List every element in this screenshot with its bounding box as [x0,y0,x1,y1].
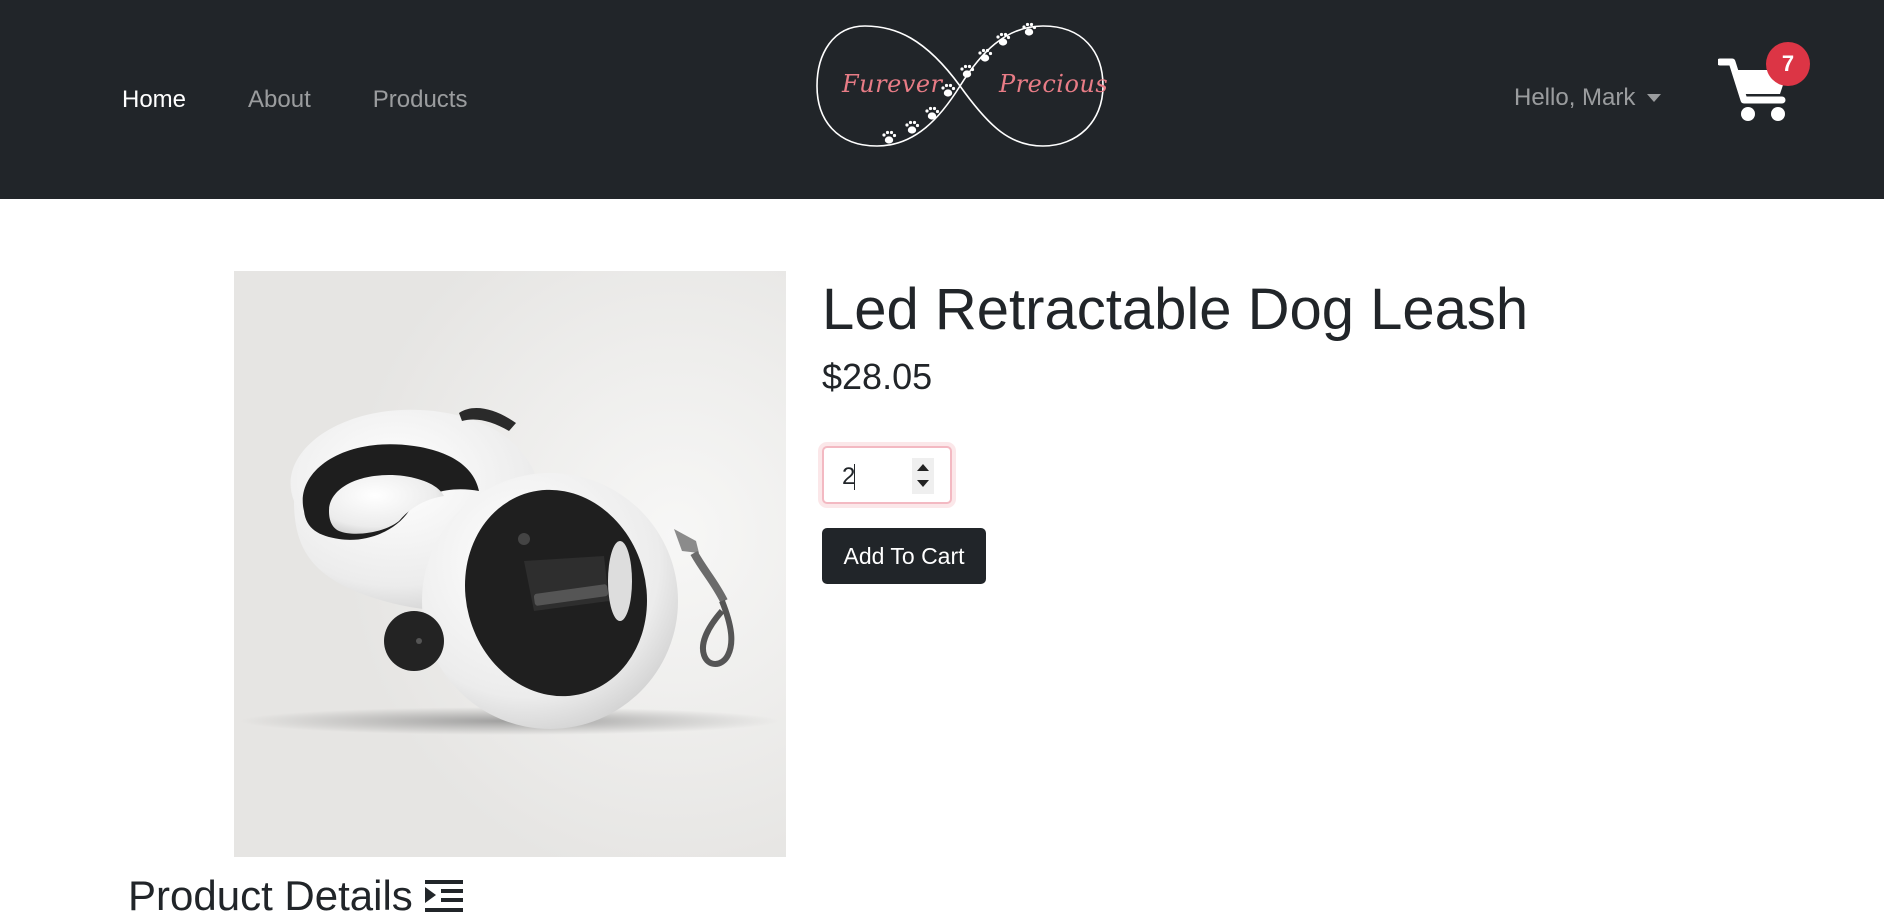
nav-links: Home About Products [122,0,529,199]
quantity-spinner[interactable] [912,458,934,494]
text-cursor [854,464,855,490]
indent-list-icon [424,880,463,912]
product-details-label: Product Details [128,872,413,919]
quantity-stepper[interactable]: 2 [822,446,952,504]
increment-arrow-icon[interactable] [917,464,929,471]
nav-link-products[interactable]: Products [373,86,468,114]
retractable-leash-image [234,271,786,857]
top-navbar: Home About Products Furever Precious Hel… [0,0,1884,199]
product-details-heading: Product Details [128,872,463,920]
user-greeting: Hello, Mark [1514,84,1636,111]
nav-link-home[interactable]: Home [122,86,186,114]
user-dropdown[interactable]: Hello, Mark [1514,84,1662,112]
cart-count-badge: 7 [1766,42,1810,86]
brand-logo[interactable]: Furever Precious [815,18,1109,154]
product-price: $28.05 [822,356,933,397]
logo-text-right: Precious [999,70,1109,98]
logo-text-left: Furever [842,70,943,98]
nav-link-about[interactable]: About [248,86,311,114]
product-image [234,271,786,857]
product-title: Led Retractable Dog Leash [822,277,1529,342]
caret-down-icon [1647,94,1662,102]
add-to-cart-button[interactable]: Add To Cart [822,528,986,584]
decrement-arrow-icon[interactable] [917,480,929,487]
